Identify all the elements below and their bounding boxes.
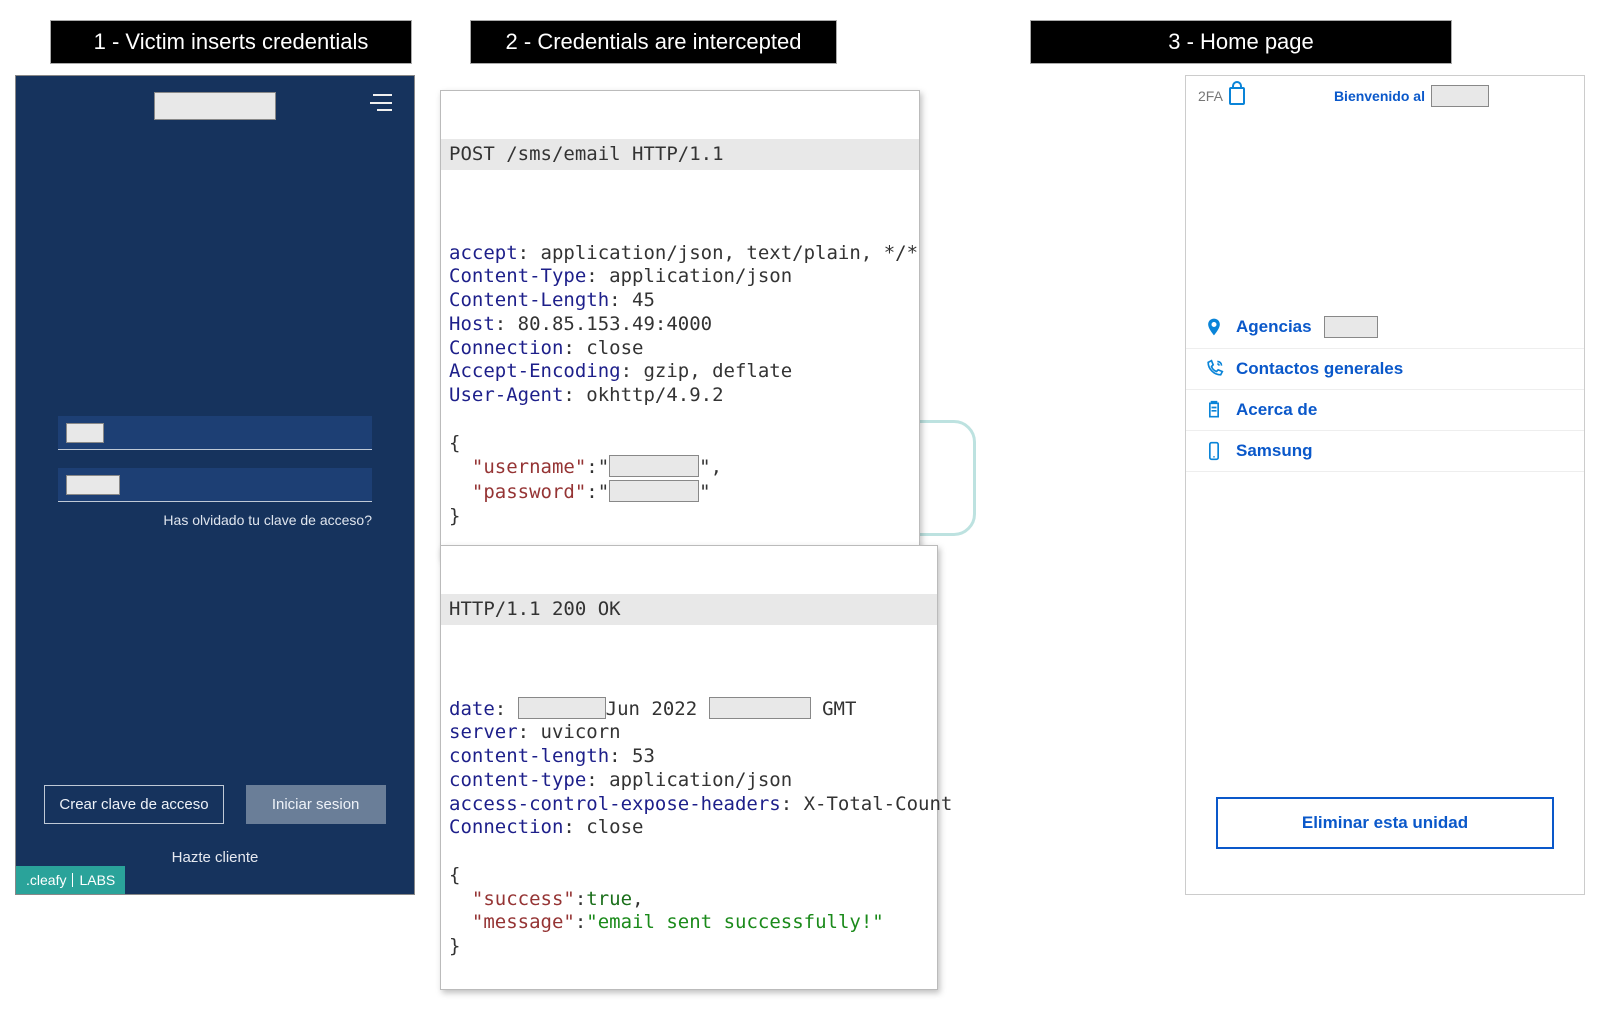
http-request-body: accept: application/json, text/plain, */… <box>441 218 919 529</box>
row-acerca[interactable]: Acerca de <box>1186 390 1584 431</box>
row-acerca-label: Acerca de <box>1236 400 1317 420</box>
delete-unit-button[interactable]: Eliminar esta unidad <box>1216 797 1554 849</box>
password-label-redacted <box>66 475 120 495</box>
cleafy-badge-sep <box>72 873 73 887</box>
row-samsung[interactable]: Samsung <box>1186 431 1584 472</box>
date-day-redacted <box>518 697 606 719</box>
panel-title-2: 2 - Credentials are intercepted <box>470 20 837 64</box>
home-header: 2FA Bienvenido al <box>1186 76 1584 116</box>
cleafy-badge: .cleafy LABS <box>16 866 125 894</box>
forgot-password-link[interactable]: Has olvidado tu clave de acceso? <box>16 512 372 528</box>
http-request-line: POST /sms/email HTTP/1.1 <box>441 139 919 171</box>
agencias-value-redacted <box>1324 316 1378 338</box>
home-screen: 2FA Bienvenido al Agencias Contactos gen… <box>1185 75 1585 895</box>
username-input[interactable] <box>58 416 372 450</box>
home-menu: Agencias Contactos generales Acerca de S… <box>1186 306 1584 472</box>
date-time-redacted <box>709 697 811 719</box>
password-redacted <box>609 480 699 502</box>
row-samsung-label: Samsung <box>1236 441 1313 461</box>
pin-icon <box>1204 317 1224 337</box>
http-response: HTTP/1.1 200 OK date: Jun 2022 GMT serve… <box>440 545 938 990</box>
clipboard-icon <box>1204 400 1224 420</box>
home-welcome: Bienvenido al <box>1251 85 1572 107</box>
http-response-body: date: Jun 2022 GMT server: uvicorn conte… <box>441 673 937 959</box>
login-screen: Has olvidado tu clave de acceso? Crear c… <box>15 75 415 895</box>
create-key-button[interactable]: Crear clave de acceso <box>44 785 223 824</box>
row-contactos[interactable]: Contactos generales <box>1186 349 1584 390</box>
login-topbar <box>16 76 414 136</box>
row-contactos-label: Contactos generales <box>1236 359 1403 379</box>
http-request: POST /sms/email HTTP/1.1 accept: applica… <box>440 90 920 559</box>
login-button[interactable]: Iniciar sesion <box>246 785 386 824</box>
cleafy-badge-labs: LABS <box>79 872 115 888</box>
cleafy-badge-brand: .cleafy <box>26 872 66 888</box>
panel-title-1: 1 - Victim inserts credentials <box>50 20 412 64</box>
bank-name-redacted <box>1431 85 1489 107</box>
device-icon <box>1204 441 1224 461</box>
username-label-redacted <box>66 423 104 443</box>
row-agencias[interactable]: Agencias <box>1186 306 1584 349</box>
password-input[interactable] <box>58 468 372 502</box>
username-redacted <box>609 455 699 477</box>
phone-icon <box>1204 359 1224 379</box>
become-client-link[interactable]: Hazte cliente <box>16 849 414 866</box>
login-button-row: Crear clave de acceso Iniciar sesion <box>16 785 414 824</box>
panel-title-3: 3 - Home page <box>1030 20 1452 64</box>
menu-icon[interactable] <box>370 94 392 111</box>
row-agencias-label: Agencias <box>1236 317 1312 337</box>
http-response-line: HTTP/1.1 200 OK <box>441 594 937 626</box>
lock-icon <box>1229 87 1245 105</box>
twofa-label: 2FA <box>1198 88 1223 104</box>
bank-logo-redacted <box>154 92 276 120</box>
